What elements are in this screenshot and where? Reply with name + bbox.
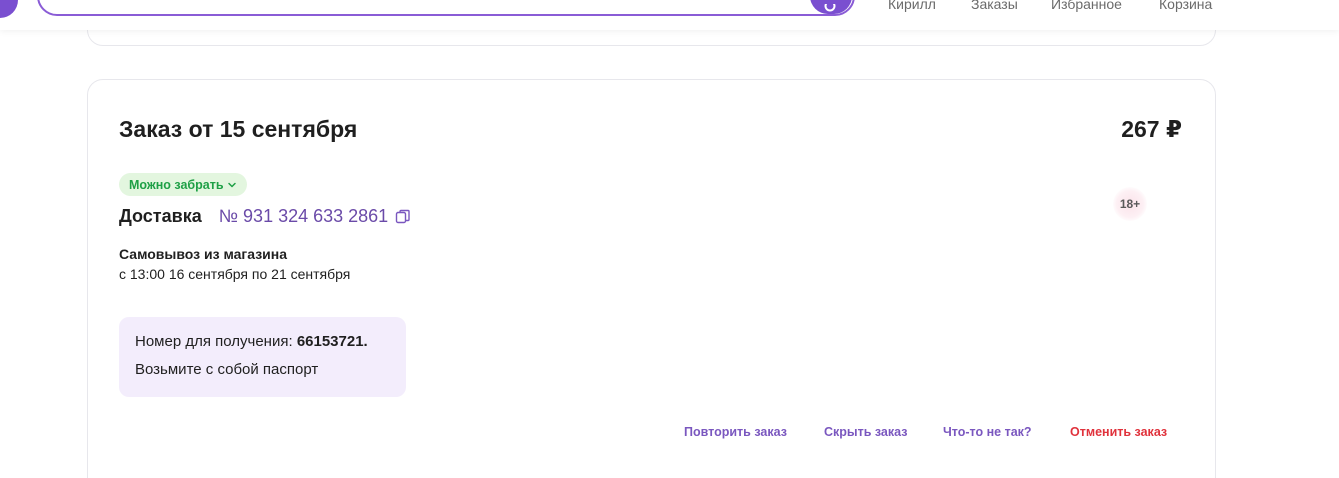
nav-profile[interactable]: Кирилл (888, 0, 936, 12)
pickup-info-box: Номер для получения: 66153721. Возьмите … (119, 317, 406, 397)
order-title: Заказ от 15 сентября (119, 116, 358, 142)
delivery-label: Доставка (119, 206, 202, 226)
logo[interactable] (0, 0, 18, 18)
order-number: № 931 324 633 2861 (218, 206, 389, 226)
receive-code-prefix: Номер для получения: (135, 333, 297, 350)
receive-code-line: Номер для получения: 66153721. (135, 332, 390, 352)
order-price: 267 ₽ (1121, 116, 1182, 142)
cancel-order-link[interactable]: Отменить заказ (1070, 425, 1167, 439)
age-restriction-badge: 18+ (1113, 187, 1147, 221)
nav-favorites[interactable]: Избранное (1051, 0, 1122, 12)
search-icon (824, 4, 836, 12)
order-card: Заказ от 15 сентября 267 ₽ Можно забрать… (87, 79, 1216, 478)
passport-note: Возьмите с собой паспорт (135, 361, 319, 378)
report-problem-link[interactable]: Что-то не так? (943, 425, 1032, 439)
top-header: Кирилл Заказы Избранное Корзина (0, 0, 1339, 30)
status-badge[interactable]: Можно забрать (119, 173, 247, 196)
pickup-time: с 13:00 16 сентября по 21 сентября (119, 266, 351, 282)
status-label: Можно забрать (129, 177, 224, 192)
chevron-down-icon (227, 182, 236, 187)
nav-orders[interactable]: Заказы (971, 0, 1018, 12)
copy-icon[interactable] (395, 209, 411, 225)
search-input[interactable] (37, 0, 855, 16)
nav-cart[interactable]: Корзина (1159, 0, 1212, 12)
delivery-row: Доставка № 931 324 633 2861 (119, 206, 411, 227)
repeat-order-link[interactable]: Повторить заказ (684, 425, 787, 439)
receive-code: 66153721. (296, 333, 368, 350)
hide-order-link[interactable]: Скрыть заказ (824, 425, 907, 439)
pickup-title: Самовывоз из магазина (119, 246, 287, 262)
